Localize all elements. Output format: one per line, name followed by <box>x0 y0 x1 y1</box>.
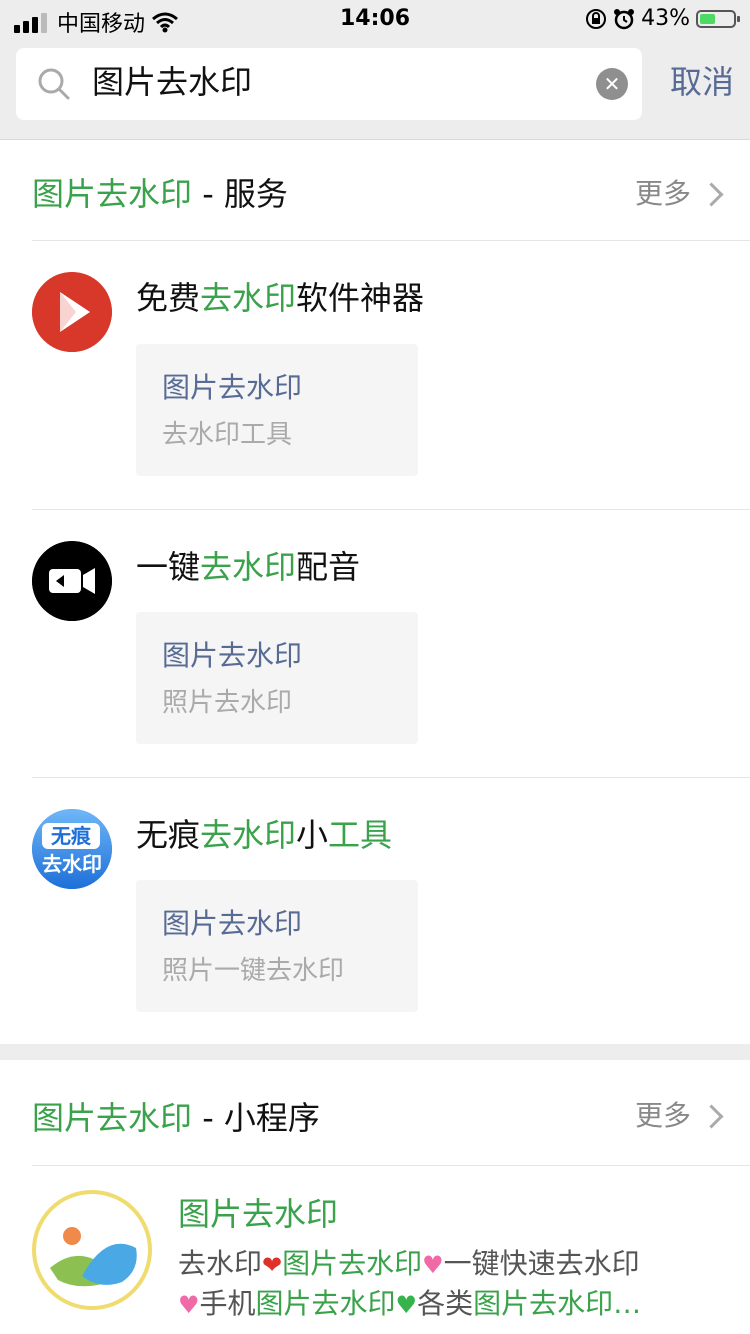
section-separator <box>0 1044 750 1060</box>
chevron-right-icon <box>699 1103 724 1129</box>
miniprogram-name[interactable]: 图片去水印 <box>178 1192 338 1236</box>
miniprogram-more-link[interactable]: 更多 <box>635 1094 724 1138</box>
svg-text:无痕: 无痕 <box>51 824 92 848</box>
card-subtitle: 照片一键去水印 <box>162 956 345 986</box>
search-header: 中国移动 14:06 43% 图片去水印 ✕ 取消 <box>0 0 750 140</box>
card-title: 图片去水印 <box>162 371 303 404</box>
battery-percent: 43% <box>641 6 690 31</box>
miniprogram-desc-line2: ♥手机图片去水印♥各类图片去水印… <box>178 1287 642 1320</box>
miniprogram-desc-line1: 去水印❤图片去水印♥一键快速去水印 <box>178 1247 640 1280</box>
chevron-right-icon <box>699 181 724 207</box>
service-icon-video[interactable] <box>32 541 112 621</box>
pink-heart-icon: ♥ <box>422 1251 444 1279</box>
video-camera-icon <box>32 541 112 621</box>
miniprogram-icon[interactable] <box>32 1190 152 1310</box>
service-icon-play[interactable] <box>32 272 112 352</box>
card-subtitle: 去水印工具 <box>162 420 293 450</box>
card-title: 图片去水印 <box>162 907 303 940</box>
battery-icon <box>696 9 740 28</box>
card-title: 图片去水印 <box>162 639 303 672</box>
service-card[interactable]: 图片去水印 照片去水印 <box>136 612 418 744</box>
search-box[interactable]: 图片去水印 ✕ <box>16 48 642 120</box>
status-bar: 中国移动 14:06 43% <box>0 0 750 40</box>
divider <box>32 777 750 778</box>
service-icon-wuhen[interactable]: 无痕 去水印 <box>32 809 112 889</box>
clear-search-icon[interactable]: ✕ <box>596 68 628 100</box>
service-card[interactable]: 图片去水印 照片一键去水印 <box>136 880 418 1012</box>
divider <box>32 1165 750 1166</box>
wuhen-logo-icon: 无痕 去水印 <box>32 809 112 889</box>
orientation-lock-icon <box>586 8 607 29</box>
red-heart-icon: ❤ <box>262 1251 283 1279</box>
landscape-image-icon <box>50 1227 137 1287</box>
services-more-link[interactable]: 更多 <box>635 172 724 216</box>
divider <box>32 509 750 510</box>
search-input[interactable]: 图片去水印 <box>92 62 252 102</box>
service-name[interactable]: 无痕去水印小工具 <box>136 813 392 857</box>
play-icon <box>32 272 112 352</box>
card-subtitle: 照片去水印 <box>162 688 293 718</box>
divider <box>0 139 750 140</box>
green-heart-icon: ♥ <box>395 1291 418 1319</box>
pink-heart-icon: ♥ <box>178 1291 200 1319</box>
svg-text:去水印: 去水印 <box>42 852 102 876</box>
divider <box>32 240 750 241</box>
alarm-icon <box>614 8 635 29</box>
service-name[interactable]: 免费去水印软件神器 <box>136 276 424 320</box>
miniprogram-section-title: 图片去水印 - 小程序 <box>32 1099 320 1137</box>
search-icon <box>38 68 70 100</box>
services-section-title: 图片去水印 - 服务 <box>32 175 288 213</box>
service-card[interactable]: 图片去水印 去水印工具 <box>136 344 418 476</box>
service-name[interactable]: 一键去水印配音 <box>136 545 360 589</box>
cancel-button[interactable]: 取消 <box>660 60 744 104</box>
